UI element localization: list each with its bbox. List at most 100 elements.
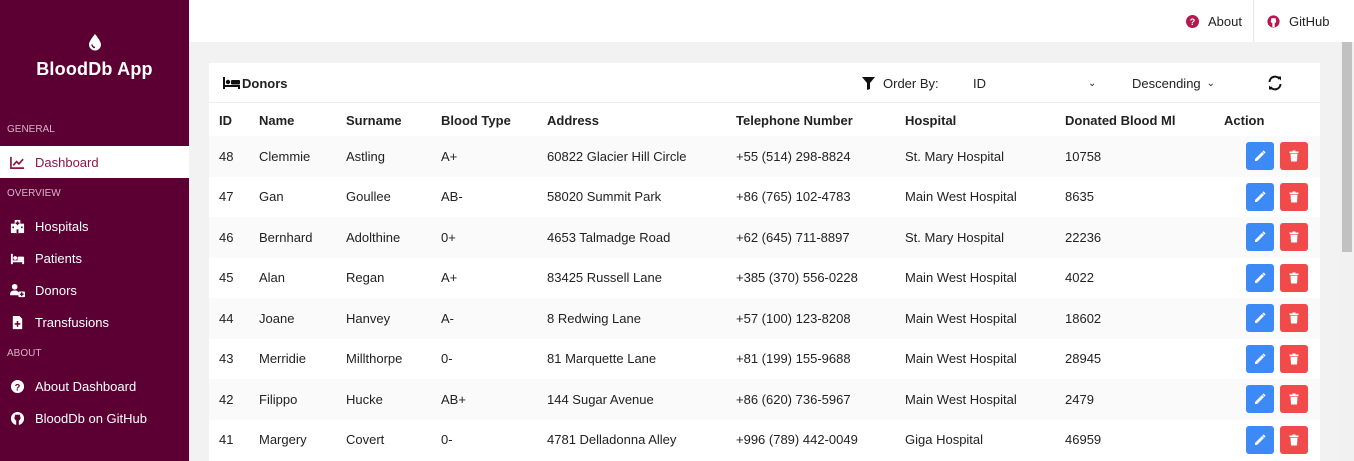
sidebar-item-dashboard[interactable]: Dashboard bbox=[0, 146, 189, 178]
cell-telephone: +385 (370) 556-0228 bbox=[736, 270, 858, 286]
order-direction-select[interactable]: Descending ⌄ bbox=[1132, 63, 1215, 103]
column-header-telephone: Telephone Number bbox=[736, 112, 853, 128]
cell-address: 4781 Delladonna Alley bbox=[547, 432, 677, 448]
sidebar-item-label: Hospitals bbox=[35, 218, 89, 234]
cell-surname: Hanvey bbox=[336, 298, 431, 339]
delete-button[interactable] bbox=[1280, 425, 1308, 454]
edit-button[interactable] bbox=[1246, 263, 1274, 292]
cell-action bbox=[1214, 177, 1320, 218]
sidebar-item-label: Donors bbox=[35, 282, 77, 298]
cell-action bbox=[1214, 379, 1320, 420]
sidebar-item-label: About Dashboard bbox=[35, 378, 137, 394]
cell-surname: Millthorpe bbox=[346, 351, 403, 367]
cell-id: 43 bbox=[219, 351, 234, 367]
delete-button[interactable] bbox=[1280, 344, 1308, 373]
cell-donated-blood: 28945 bbox=[1065, 351, 1102, 367]
chevron-down-icon: ⌄ bbox=[1088, 77, 1097, 89]
cell-name: Joane bbox=[249, 298, 336, 339]
svg-text:?: ? bbox=[14, 382, 20, 392]
cell-surname: Adolthine bbox=[336, 217, 431, 258]
donor-icon bbox=[9, 282, 25, 298]
filter-icon bbox=[862, 76, 875, 90]
cell-donated-blood: 10758 bbox=[1055, 136, 1214, 177]
edit-button[interactable] bbox=[1246, 304, 1274, 333]
section-label-general: GENERAL bbox=[7, 124, 55, 135]
cell-action bbox=[1214, 136, 1320, 177]
cell-surname: Regan bbox=[346, 270, 385, 286]
section-label-about: ABOUT bbox=[7, 348, 42, 359]
edit-button[interactable] bbox=[1246, 223, 1274, 252]
sidebar-item-donors[interactable]: Donors bbox=[0, 274, 189, 306]
cell-blood-type: AB- bbox=[441, 189, 463, 205]
delete-button[interactable] bbox=[1280, 182, 1308, 211]
sidebar-item-patients[interactable]: Patients bbox=[0, 242, 189, 274]
cell-action bbox=[1214, 217, 1320, 258]
cell-blood-type: 0+ bbox=[431, 217, 537, 258]
cell-address: 58020 Summit Park bbox=[547, 189, 662, 205]
cell-id: 42 bbox=[209, 379, 249, 420]
edit-button[interactable] bbox=[1246, 425, 1274, 454]
card-title: Donors bbox=[223, 63, 288, 103]
cell-address: 60822 Glacier Hill Circle bbox=[537, 136, 726, 177]
table-row: 46 Bernhard Adolthine 0+ 4653 Talmadge Road +… bbox=[209, 217, 1320, 258]
card-title-text: Donors bbox=[242, 75, 288, 91]
cell-address: 83425 Russell Lane bbox=[547, 270, 662, 286]
cell-donated-blood: 22236 bbox=[1055, 217, 1214, 258]
cell-action bbox=[1214, 339, 1320, 380]
hospital-icon bbox=[9, 218, 25, 234]
chart-line-icon bbox=[9, 154, 25, 170]
brand[interactable]: BloodDb App bbox=[0, 0, 189, 80]
cell-name: Filippo bbox=[249, 379, 336, 420]
sidebar-item-hospitals[interactable]: Hospitals bbox=[0, 210, 189, 242]
navbar-divider bbox=[1253, 0, 1254, 42]
delete-button[interactable] bbox=[1280, 223, 1308, 252]
delete-button[interactable] bbox=[1280, 263, 1308, 292]
column-header-name: Name bbox=[259, 112, 295, 128]
edit-button[interactable] bbox=[1246, 182, 1274, 211]
sidebar-item-github[interactable]: BloodDb on GitHub bbox=[0, 402, 189, 434]
pencil-icon bbox=[1255, 150, 1266, 162]
table-header-row: ID Name Surname Blood Type Address Telep… bbox=[209, 104, 1320, 136]
order-by-select[interactable]: ID ⌄ bbox=[973, 63, 1096, 103]
order-by-filter: Order By: bbox=[862, 63, 939, 103]
sidebar-item-label: Dashboard bbox=[35, 154, 99, 170]
table-row: 44 Joane Hanvey A- 8 Redwing Lane +57 (100) 1… bbox=[209, 298, 1320, 339]
row-actions bbox=[1224, 142, 1310, 171]
cell-address: 8 Redwing Lane bbox=[537, 298, 726, 339]
cell-hospital: Main West Hospital bbox=[905, 270, 1017, 286]
trash-icon bbox=[1289, 272, 1299, 284]
cell-surname: Hucke bbox=[336, 379, 431, 420]
refresh-icon[interactable] bbox=[1266, 74, 1284, 92]
trash-icon bbox=[1289, 312, 1299, 324]
cell-donated-blood: 46959 bbox=[1065, 432, 1102, 448]
cell-blood-type: A- bbox=[431, 298, 537, 339]
column-header-surname: Surname bbox=[346, 112, 402, 128]
pencil-icon bbox=[1255, 434, 1266, 445]
cell-blood-type: 0- bbox=[441, 351, 453, 367]
row-actions bbox=[1224, 182, 1310, 211]
order-by-value: ID bbox=[973, 75, 986, 91]
delete-button[interactable] bbox=[1280, 304, 1308, 333]
page-scrollbar[interactable] bbox=[1340, 42, 1354, 461]
cell-telephone: +57 (100) 123-8208 bbox=[726, 298, 895, 339]
about-link[interactable]: ? About bbox=[1186, 0, 1242, 42]
sidebar-item-transfusions[interactable]: Transfusions bbox=[0, 306, 189, 338]
card-header: Donors Order By: ID ⌄ Descending ⌄ bbox=[209, 63, 1320, 103]
cell-id: 41 bbox=[219, 432, 234, 448]
trash-icon bbox=[1289, 231, 1299, 243]
cell-hospital: St. Mary Hospital bbox=[895, 136, 1055, 177]
sidebar-item-label: BloodDb on GitHub bbox=[35, 410, 148, 426]
edit-button[interactable] bbox=[1246, 142, 1274, 171]
cell-address: 81 Marquette Lane bbox=[547, 351, 657, 367]
delete-button[interactable] bbox=[1280, 142, 1308, 171]
sidebar-item-about-dashboard[interactable]: ? About Dashboard bbox=[0, 370, 189, 402]
cell-donated-blood: 18602 bbox=[1055, 298, 1214, 339]
delete-button[interactable] bbox=[1280, 385, 1308, 414]
cell-hospital: Main West Hospital bbox=[895, 298, 1055, 339]
cell-id: 44 bbox=[209, 298, 249, 339]
edit-button[interactable] bbox=[1246, 344, 1274, 373]
edit-button[interactable] bbox=[1246, 385, 1274, 414]
scrollbar-thumb[interactable] bbox=[1342, 42, 1352, 252]
github-link[interactable]: GitHub bbox=[1267, 0, 1329, 42]
pencil-icon bbox=[1255, 312, 1266, 324]
